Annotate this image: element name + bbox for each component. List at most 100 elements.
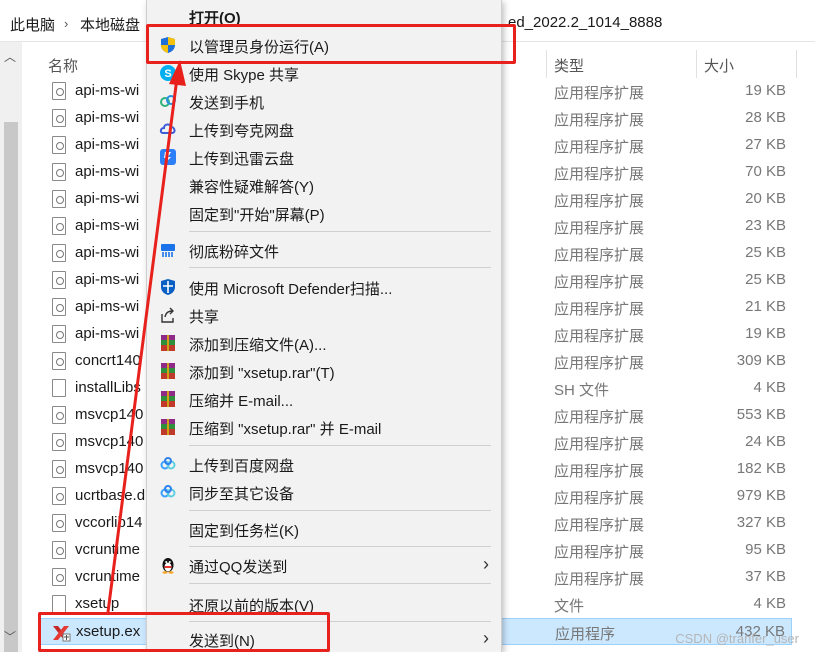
menu-item-compress-rar-email[interactable]: 压缩到 "xsetup.rar" 并 E-mail (147, 413, 501, 441)
dll-icon (52, 190, 66, 208)
file-type: 应用程序扩展 (554, 544, 645, 561)
file-size: 20 KB (745, 190, 786, 207)
file-type: 应用程序扩展 (554, 355, 645, 372)
shredder-icon (161, 244, 175, 257)
file-icon (52, 595, 66, 613)
dll-icon (52, 352, 66, 370)
menu-item-label: 使用 Skype 共享 (189, 67, 300, 84)
dll-icon (52, 217, 66, 235)
column-size-header[interactable]: 大小 (704, 55, 734, 76)
menu-item-sync-devices[interactable]: 同步至其它设备 (147, 478, 501, 506)
menu-item-label: 同步至其它设备 (189, 486, 295, 503)
file-type: 应用程序扩展 (554, 571, 645, 588)
file-type: 应用程序扩展 (554, 517, 645, 534)
baidu-netdisk-icon (160, 485, 176, 498)
column-divider[interactable] (796, 50, 797, 78)
winrar-icon (161, 391, 175, 407)
file-type: 应用程序扩展 (554, 220, 645, 237)
menu-item-label: 上传到迅雷云盘 (189, 151, 295, 168)
file-name: api-ms-wi (75, 325, 140, 342)
file-type: 应用程序 (555, 626, 616, 643)
file-type: 应用程序扩展 (554, 490, 645, 507)
menu-item-label: 压缩到 "xsetup.rar" 并 E-mail (189, 421, 382, 438)
file-name: api-ms-wi (75, 163, 140, 180)
menu-item-compress-email[interactable]: 压缩并 E-mail... (147, 385, 501, 413)
menu-item-send-qq[interactable]: 通过QQ发送到 › (147, 551, 501, 579)
menu-separator (189, 231, 491, 232)
skype-icon: S (160, 65, 176, 81)
file-size: 25 KB (745, 244, 786, 261)
menu-item-defender-scan[interactable]: 使用 Microsoft Defender扫描... (147, 273, 501, 301)
menu-item-label: 使用 Microsoft Defender扫描... (189, 281, 393, 298)
winrar-icon (161, 335, 175, 351)
menu-item-upload-baidu[interactable]: 上传到百度网盘 (147, 450, 501, 478)
menu-item-add-to-archive[interactable]: 添加到压缩文件(A)... (147, 329, 501, 357)
menu-item-label: 添加到 "xsetup.rar"(T) (189, 365, 335, 382)
dll-icon (52, 136, 66, 154)
file-size: 309 KB (736, 352, 786, 369)
file-name: vccorlib14 (75, 514, 143, 531)
dll-icon (52, 298, 66, 316)
highlight-xsetup-and-send-to (38, 612, 330, 652)
menu-item-upload-xunlei[interactable]: 上传到迅雷云盘 (147, 143, 501, 171)
file-type: 文件 (554, 598, 585, 615)
column-divider[interactable] (696, 50, 697, 78)
vertical-scrollbar[interactable]: ︿ ﹀ (0, 42, 22, 652)
file-name: api-ms-wi (75, 244, 140, 261)
file-name: api-ms-wi (75, 136, 140, 153)
dll-icon (52, 82, 66, 100)
breadcrumb-separator-icon: › (64, 16, 69, 31)
menu-item-send-to-phone[interactable]: 发送到手机 (147, 87, 501, 115)
file-name: vcruntime (75, 568, 141, 585)
dll-icon (52, 541, 66, 559)
menu-item-label: 添加到压缩文件(A)... (189, 337, 327, 354)
highlight-run-as-admin (146, 24, 516, 64)
scroll-up-icon[interactable]: ︿ (4, 48, 16, 65)
menu-item-pin-taskbar[interactable]: 固定到任务栏(K) (147, 515, 501, 543)
breadcrumb-local-disk[interactable]: 本地磁盘 (80, 14, 140, 35)
menu-item-label: 固定到任务栏(K) (189, 523, 299, 540)
menu-item-share[interactable]: 共享 (147, 301, 501, 329)
column-type-header[interactable]: 类型 (554, 55, 584, 76)
file-size: 23 KB (745, 217, 786, 234)
file-type: SH 文件 (554, 382, 610, 399)
file-size: 979 KB (736, 487, 786, 504)
baidu-netdisk-icon (160, 457, 176, 470)
menu-item-shred[interactable]: 彻底粉碎文件 (147, 236, 501, 264)
menu-item-label: 通过QQ发送到 (189, 559, 288, 576)
file-name: msvcp140 (75, 406, 144, 423)
menu-item-label: 发送到手机 (189, 95, 265, 112)
file-size: 37 KB (745, 568, 786, 585)
share-icon (161, 307, 174, 323)
dll-icon (52, 568, 66, 586)
file-name: installLibs (75, 379, 141, 396)
menu-separator (189, 583, 491, 584)
file-name: api-ms-wi (75, 217, 140, 234)
file-size: 182 KB (736, 460, 786, 477)
breadcrumb-this-pc[interactable]: 此电脑 (10, 14, 55, 35)
file-type: 应用程序扩展 (554, 139, 645, 156)
file-type: 应用程序扩展 (554, 112, 645, 129)
file-size: 19 KB (745, 82, 786, 99)
menu-item-pin-start[interactable]: 固定到"开始"屏幕(P) (147, 199, 501, 227)
file-name: vcruntime (75, 541, 141, 558)
file-size: 21 KB (745, 298, 786, 315)
dll-icon (52, 460, 66, 478)
breadcrumb-current-folder[interactable]: ed_2022.2_1014_8888 (508, 14, 662, 31)
scrollbar-thumb[interactable] (4, 122, 18, 652)
column-divider[interactable] (546, 50, 547, 78)
menu-item-upload-quark[interactable]: 上传到夸克网盘 (147, 115, 501, 143)
menu-item-label: 兼容性疑难解答(Y) (189, 179, 314, 196)
file-size: 327 KB (736, 514, 786, 531)
dll-icon (52, 325, 66, 343)
menu-item-add-to-rar[interactable]: 添加到 "xsetup.rar"(T) (147, 357, 501, 385)
menu-item-label: 上传到夸克网盘 (189, 123, 295, 140)
file-icon (52, 379, 66, 397)
column-name-header[interactable]: 名称 (48, 55, 78, 76)
menu-item-compat-troubleshoot[interactable]: 兼容性疑难解答(Y) (147, 171, 501, 199)
file-name: api-ms-wi (75, 190, 140, 207)
context-menu: 打开(O) 以管理员身份运行(A) S 使用 Skype 共享 发送到手机 上传… (146, 0, 502, 652)
quark-cloud-icon (159, 123, 176, 134)
dll-icon (52, 406, 66, 424)
scroll-down-icon[interactable]: ﹀ (4, 628, 16, 645)
